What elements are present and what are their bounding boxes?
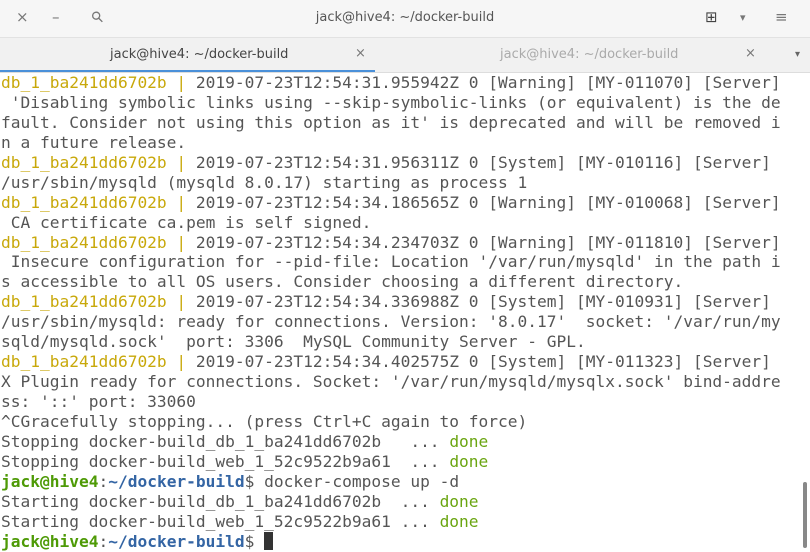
tab-close-icon[interactable]: × bbox=[355, 46, 366, 61]
text-segment: $ bbox=[244, 531, 265, 551]
text-segment: : bbox=[98, 471, 109, 491]
hamburger-menu-icon[interactable]: ≡ bbox=[775, 8, 788, 26]
text-segment: 'Disabling symbolic links using --skip-s… bbox=[1, 92, 781, 112]
terminal-line: s accessible to all OS users. Consider c… bbox=[1, 272, 798, 292]
text-segment: sqld/mysqld.sock' port: 3306 MySQL Commu… bbox=[1, 332, 586, 352]
text-segment: CA certificate ca.pem is self signed. bbox=[1, 212, 372, 232]
terminal-line: Stopping docker-build_web_1_52c9522b9a61… bbox=[1, 452, 798, 472]
terminal-line: db_1_ba241dd6702b | 2019-07-23T12:54:34.… bbox=[1, 233, 798, 253]
text-done: done bbox=[439, 511, 479, 531]
scrollbar[interactable] bbox=[803, 482, 807, 548]
tab-close-icon[interactable]: × bbox=[745, 46, 756, 61]
terminal-line: n a future release. bbox=[1, 133, 798, 153]
text-db: db_1_ba241dd6702b | bbox=[1, 152, 196, 172]
terminal-line: Starting docker-build_db_1_ba241dd6702b … bbox=[1, 492, 798, 512]
terminal-line: ^CGracefully stopping... (press Ctrl+C a… bbox=[1, 412, 798, 432]
text-segment: Insecure configuration for --pid-file: L… bbox=[1, 252, 781, 272]
terminal-line: fault. Consider not using this option as… bbox=[1, 113, 798, 133]
terminal-line: ss: '::' port: 33060 bbox=[1, 392, 798, 412]
text-segment: 2019-07-23T12:54:34.336988Z 0 [System] [… bbox=[195, 292, 771, 312]
terminal-line: jack@hive4:~/docker-build$ docker-compos… bbox=[1, 472, 798, 492]
new-tab-icon[interactable]: ⊞ bbox=[705, 8, 718, 26]
terminal-line: X Plugin ready for connections. Socket: … bbox=[1, 372, 798, 392]
text-done: done bbox=[449, 451, 489, 471]
text-segment: 2019-07-23T12:54:31.956311Z 0 [System] [… bbox=[195, 152, 771, 172]
text-segment: Stopping docker-build_web_1_52c9522b9a61… bbox=[1, 451, 450, 471]
text-db: db_1_ba241dd6702b | bbox=[1, 73, 196, 92]
tab-bar: jack@hive4: ~/docker-build × jack@hive4:… bbox=[0, 38, 810, 73]
text-segment: /usr/sbin/mysqld (mysqld 8.0.17) startin… bbox=[1, 172, 528, 192]
terminal-line: CA certificate ca.pem is self signed. bbox=[1, 213, 798, 233]
text-path: ~/docker-build bbox=[108, 531, 245, 551]
terminal-line: Starting docker-build_web_1_52c9522b9a61… bbox=[1, 512, 798, 532]
text-segment: $ docker-compose up -d bbox=[244, 471, 460, 491]
terminal-cursor bbox=[264, 531, 274, 550]
terminal-line: /usr/sbin/mysqld (mysqld 8.0.17) startin… bbox=[1, 173, 798, 193]
terminal-line: db_1_ba241dd6702b | 2019-07-23T12:54:34.… bbox=[1, 292, 798, 312]
text-segment: ^CGracefully stopping... (press Ctrl+C a… bbox=[1, 411, 528, 431]
title-bar: × – ⚲ jack@hive4: ~/docker-build ⊞ ▾ ≡ bbox=[0, 0, 810, 38]
terminal-line: db_1_ba241dd6702b | 2019-07-23T12:54:34.… bbox=[1, 193, 798, 213]
text-segment: 2019-07-23T12:54:34.402575Z 0 [System] [… bbox=[195, 352, 771, 372]
tab-1[interactable]: jack@hive4: ~/docker-build × bbox=[0, 38, 375, 72]
terminal-line: Stopping docker-build_db_1_ba241dd6702b … bbox=[1, 432, 798, 452]
text-db: db_1_ba241dd6702b | bbox=[1, 352, 196, 372]
text-db: db_1_ba241dd6702b | bbox=[1, 292, 196, 312]
text-segment: s accessible to all OS users. Consider c… bbox=[1, 272, 684, 292]
chevron-down-icon[interactable]: ▾ bbox=[740, 11, 746, 24]
text-user: jack@hive4 bbox=[1, 471, 99, 491]
terminal-line: 'Disabling symbolic links using --skip-s… bbox=[1, 93, 798, 113]
text-path: ~/docker-build bbox=[108, 471, 245, 491]
text-segment: ss: '::' port: 33060 bbox=[1, 392, 196, 411]
terminal-output[interactable]: db_1_ba241dd6702b | 2019-07-23T12:54:31.… bbox=[1, 73, 798, 552]
terminal-line: Insecure configuration for --pid-file: L… bbox=[1, 252, 798, 272]
text-db: db_1_ba241dd6702b | bbox=[1, 232, 196, 252]
text-segment: fault. Consider not using this option as… bbox=[1, 112, 781, 132]
terminal-line: db_1_ba241dd6702b | 2019-07-23T12:54:31.… bbox=[1, 153, 798, 173]
text-segment: Starting docker-build_db_1_ba241dd6702b … bbox=[1, 491, 440, 511]
text-segment: 2019-07-23T12:54:34.234703Z 0 [Warning] … bbox=[195, 232, 781, 252]
text-done: done bbox=[439, 491, 479, 511]
terminal-line: db_1_ba241dd6702b | 2019-07-23T12:54:34.… bbox=[1, 352, 798, 372]
terminal-line: jack@hive4:~/docker-build$ bbox=[1, 531, 798, 552]
tab-label: jack@hive4: ~/docker-build bbox=[500, 47, 679, 62]
text-segment: n a future release. bbox=[1, 132, 187, 152]
text-segment: 2019-07-23T12:54:34.186565Z 0 [Warning] … bbox=[195, 192, 781, 212]
text-segment: Starting docker-build_web_1_52c9522b9a61… bbox=[1, 511, 440, 531]
text-segment: 2019-07-23T12:54:31.955942Z 0 [Warning] … bbox=[195, 73, 781, 92]
terminal-line: db_1_ba241dd6702b | 2019-07-23T12:54:31.… bbox=[1, 73, 798, 93]
window-title: jack@hive4: ~/docker-build bbox=[315, 10, 495, 25]
terminal-line: sqld/mysqld.sock' port: 3306 MySQL Commu… bbox=[1, 332, 798, 352]
tab-label: jack@hive4: ~/docker-build bbox=[110, 47, 289, 62]
tab-2[interactable]: jack@hive4: ~/docker-build × bbox=[390, 38, 765, 72]
text-db: db_1_ba241dd6702b | bbox=[1, 192, 196, 212]
tab-list-chevron-icon[interactable]: ▾ bbox=[795, 49, 800, 60]
text-segment: /usr/sbin/mysqld: ready for connections.… bbox=[1, 312, 781, 332]
text-user: jack@hive4 bbox=[1, 531, 99, 551]
text-segment: : bbox=[98, 531, 109, 551]
text-segment: X Plugin ready for connections. Socket: … bbox=[1, 372, 781, 392]
text-segment: Stopping docker-build_db_1_ba241dd6702b … bbox=[1, 431, 450, 451]
terminal-line: /usr/sbin/mysqld: ready for connections.… bbox=[1, 312, 798, 332]
text-done: done bbox=[449, 431, 489, 451]
